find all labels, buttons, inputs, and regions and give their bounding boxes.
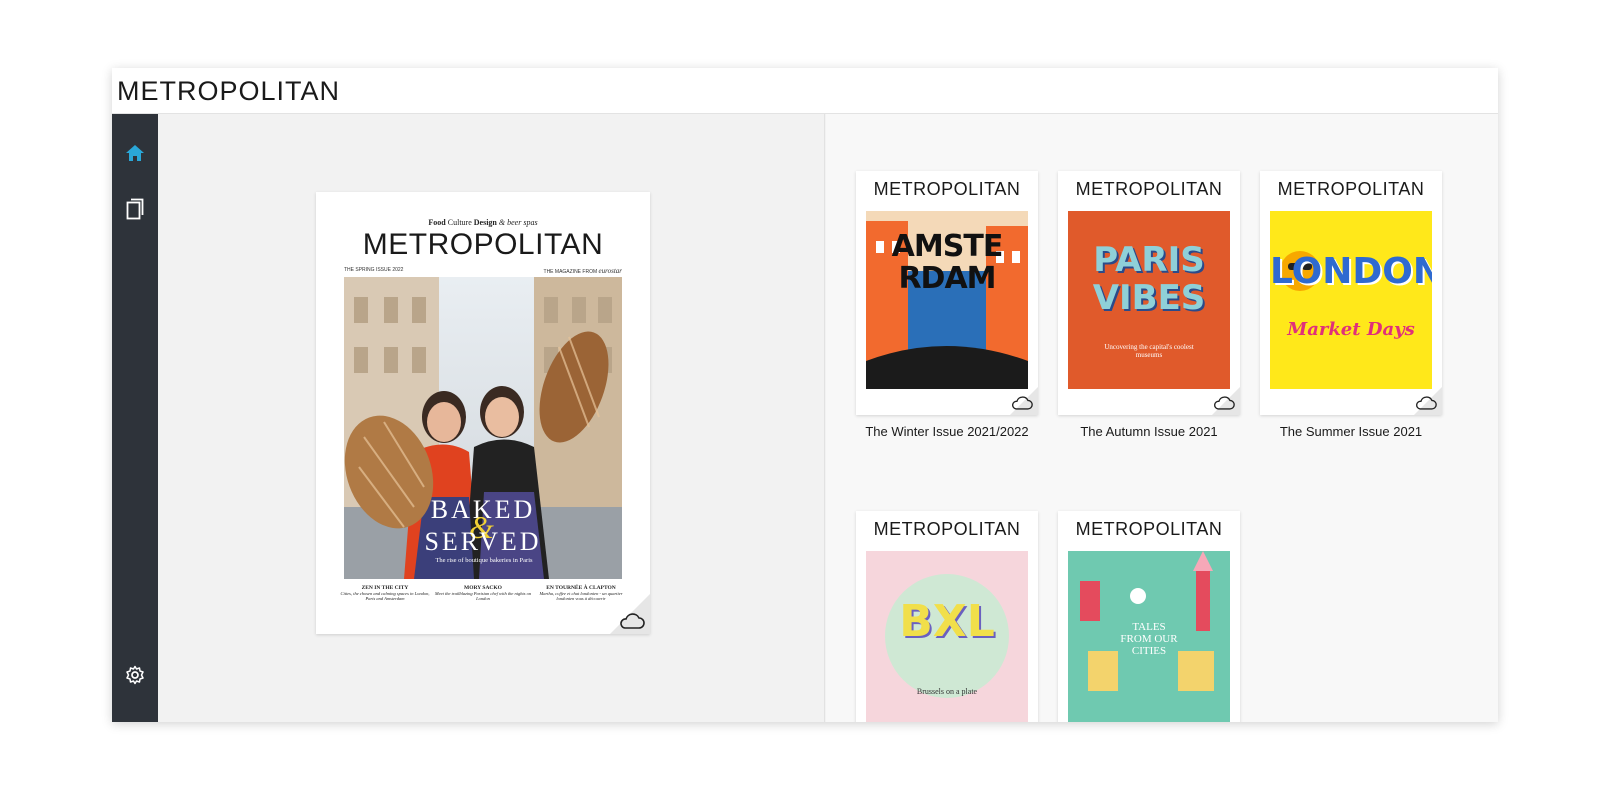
cloud-download-icon[interactable] xyxy=(1415,396,1437,410)
issue-cover-art: PARIS VIBES Uncovering the capital's coo… xyxy=(1068,211,1230,389)
issue-masthead: METROPOLITAN xyxy=(873,519,1021,539)
issue-card-bxl[interactable]: METROPOLITAN BXL Brussels on a plate xyxy=(856,511,1038,722)
issue-cover-word: PARIS VIBES xyxy=(1092,240,1206,318)
app-window: METROPOLITAN Food Culture Design & beer … xyxy=(112,68,1498,722)
home-icon xyxy=(126,145,144,161)
cover-mag-line: THE MAGAZINE FROM eurostar xyxy=(543,267,622,275)
issues-pane: METROPOLITAN AMSTERDAM The Winter Issue … xyxy=(826,114,1498,722)
issue-masthead: METROPOLITAN xyxy=(873,179,1021,199)
featured-pane: Food Culture Design & beer spas METROPOL… xyxy=(158,114,825,722)
issue-title-autumn[interactable]: The Autumn Issue 2021 xyxy=(1054,424,1244,439)
top-bar: METROPOLITAN xyxy=(112,68,1498,114)
issue-cover-word: TALES FROM OUR CITIES xyxy=(1120,621,1178,657)
gear-icon xyxy=(126,665,144,685)
cloud-download-icon[interactable] xyxy=(1011,396,1033,410)
issue-masthead: METROPOLITAN xyxy=(1075,519,1223,539)
cover-headline-2: SERVED xyxy=(424,527,542,556)
issue-card-tales[interactable]: METROPOLITAN TALES FROM OUR CITIES xyxy=(1058,511,1240,722)
cover-issue-line: THE SPRING ISSUE 2022 xyxy=(344,267,404,273)
main-content: Food Culture Design & beer spas METROPOL… xyxy=(158,114,1498,722)
issue-masthead: METROPOLITAN xyxy=(1277,179,1425,199)
issue-tagline: Brussels on a plate xyxy=(916,687,978,696)
issue-cover-art: TALES FROM OUR CITIES xyxy=(1068,551,1230,722)
issue-cover-word: AMSTERDAM xyxy=(891,229,1004,296)
cover-standfirst: The rise of boutique bakeries in Paris xyxy=(435,557,533,564)
cover-masthead: METROPOLITAN xyxy=(362,228,604,261)
featured-issue-cover[interactable]: Food Culture Design & beer spas METROPOL… xyxy=(316,192,650,634)
cover-photo: BAKED & SERVED The rise of boutique bake… xyxy=(344,277,622,579)
issue-cover-art: LONDON Market Days xyxy=(1270,211,1432,389)
issue-title-winter[interactable]: The Winter Issue 2021/2022 xyxy=(852,424,1042,439)
sidebar-item-library[interactable] xyxy=(120,194,150,224)
issue-title-summer[interactable]: The Summer Issue 2021 xyxy=(1256,424,1446,439)
cover-kicker: Food Culture Design & beer spas xyxy=(428,218,538,227)
issue-masthead: METROPOLITAN xyxy=(1075,179,1223,199)
cover-foot-2: MORY SACKO Meet the trailblazing Parisia… xyxy=(434,585,532,601)
issue-tagline: Market Days xyxy=(1287,319,1415,340)
issue-card-winter[interactable]: METROPOLITAN AMSTERDAM xyxy=(856,171,1038,415)
book-icon xyxy=(126,198,144,220)
cloud-download-icon[interactable] xyxy=(619,613,645,629)
sidebar-item-settings[interactable] xyxy=(120,660,150,690)
issue-tagline: Uncovering the capital's coolest museums xyxy=(1104,343,1194,359)
issue-cover-word: BXL xyxy=(899,596,995,647)
cloud-download-icon[interactable] xyxy=(1213,396,1235,410)
cover-foot-1: ZEN IN THE CITY Cities, the chosen and c… xyxy=(340,585,430,601)
sidebar xyxy=(112,114,158,722)
brand-logo[interactable]: METROPOLITAN xyxy=(117,76,340,107)
issue-cover-word: LONDON xyxy=(1270,251,1432,292)
issue-cover-art: BXL Brussels on a plate xyxy=(866,551,1028,722)
sidebar-item-home[interactable] xyxy=(120,138,150,168)
issue-cover-art: AMSTERDAM xyxy=(866,211,1028,389)
issue-card-autumn[interactable]: METROPOLITAN PARIS VIBES Uncovering the … xyxy=(1058,171,1240,415)
issue-card-summer[interactable]: METROPOLITAN LONDON Market Days xyxy=(1260,171,1442,415)
